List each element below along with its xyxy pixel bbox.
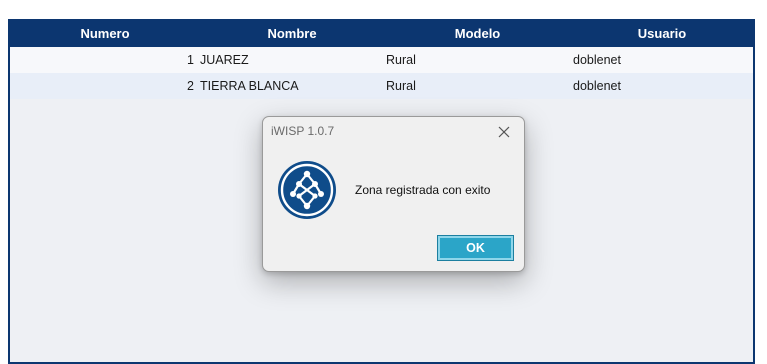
column-header-numero[interactable]: Numero	[10, 21, 200, 47]
message-dialog: iWISP 1.0.7 Zona registrada con exito OK	[262, 116, 525, 272]
cell-modelo: Rural	[386, 79, 416, 93]
table-row[interactable]: 1 JUAREZ Rural doblenet	[10, 47, 753, 73]
table-row[interactable]: 2 TIERRA BLANCA Rural doblenet	[10, 73, 753, 99]
cell-nombre: TIERRA BLANCA	[200, 79, 299, 93]
cell-numero: 1	[187, 53, 194, 67]
cell-nombre: JUAREZ	[200, 53, 249, 67]
column-header-nombre[interactable]: Nombre	[200, 21, 384, 47]
close-icon[interactable]	[495, 123, 513, 141]
cell-usuario: doblenet	[573, 53, 621, 67]
dialog-message: Zona registrada con exito	[355, 183, 491, 197]
column-header-usuario[interactable]: Usuario	[571, 21, 753, 47]
column-header-modelo[interactable]: Modelo	[384, 21, 571, 47]
ok-button[interactable]: OK	[437, 235, 514, 261]
dialog-title: iWISP 1.0.7	[271, 124, 335, 138]
table-header: Numero Nombre Modelo Usuario	[10, 21, 753, 47]
network-nodes-icon	[277, 160, 337, 220]
cell-modelo: Rural	[386, 53, 416, 67]
cell-usuario: doblenet	[573, 79, 621, 93]
cell-numero: 2	[187, 79, 194, 93]
